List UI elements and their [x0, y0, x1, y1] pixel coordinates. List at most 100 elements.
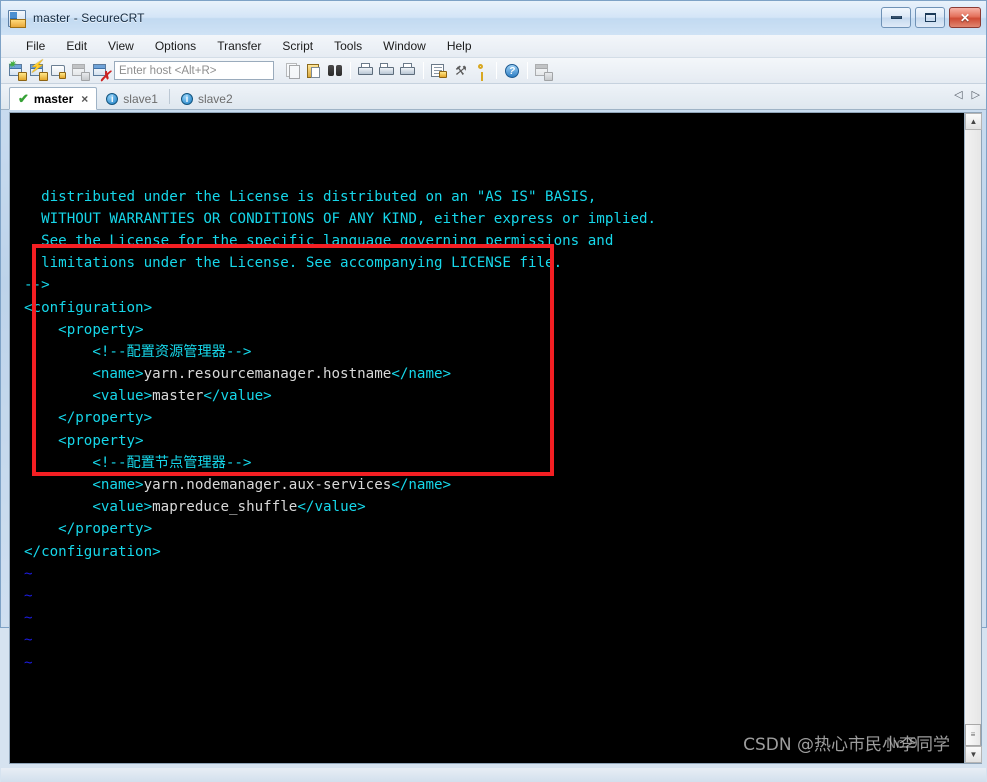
- terminal-text: limitations under the License. See accom…: [41, 255, 563, 272]
- host-input-placeholder: Enter host <Alt+R>: [119, 64, 217, 77]
- toolbar: ✷ ⚡ ✗ Enter host <Alt+R> ⚒ ?: [1, 58, 986, 84]
- disconnect-icon[interactable]: ✗: [91, 61, 111, 83]
- terminal-text: master: [152, 388, 204, 405]
- window-controls: ✕: [881, 7, 981, 28]
- terminal-text: WITHOUT WARRANTIES OR CONDITIONS OF ANY …: [41, 210, 657, 227]
- terminal-line: </configuration>: [24, 541, 964, 563]
- tab-next-icon[interactable]: ▷: [972, 88, 980, 101]
- menu-script[interactable]: Script: [273, 37, 322, 55]
- scroll-down-button[interactable]: ▼: [965, 745, 982, 763]
- terminal-line: <name>yarn.nodemanager.aux-services</nam…: [24, 474, 964, 496]
- terminal-line: <value>master</value>: [24, 385, 964, 407]
- close-icon: ✕: [959, 10, 971, 25]
- session-options-icon[interactable]: [429, 61, 449, 81]
- terminal-text: </name>: [391, 477, 452, 494]
- host-input[interactable]: Enter host <Alt+R>: [114, 61, 274, 80]
- scrollbar-thumb-grip-icon: ≡: [970, 730, 976, 740]
- terminal-text: distributed under the License is distrib…: [41, 188, 597, 205]
- print-icon[interactable]: [398, 61, 418, 81]
- maximize-icon: [916, 8, 944, 27]
- paste-icon[interactable]: [304, 61, 324, 81]
- log-session-icon[interactable]: [377, 61, 397, 81]
- terminal-text: <value>: [92, 499, 153, 516]
- terminal-text: <!--配置节点管理器-->: [92, 454, 252, 471]
- session-settings-icon[interactable]: ⚒: [450, 61, 470, 81]
- menu-view[interactable]: View: [99, 37, 143, 55]
- terminal-text: <property>: [58, 432, 144, 449]
- tab-slave2[interactable]: i slave2: [172, 87, 242, 110]
- menu-help[interactable]: Help: [438, 37, 481, 55]
- maximize-button[interactable]: [915, 7, 945, 28]
- terminal-text: yarn.nodemanager.aux-services: [143, 477, 392, 494]
- terminal-text: <!--配置资源管理器-->: [92, 343, 252, 360]
- menu-options[interactable]: Options: [146, 37, 205, 55]
- minimize-button[interactable]: [881, 7, 911, 28]
- terminal-text: <name>: [92, 477, 144, 494]
- terminal-line: <!--配置节点管理器-->: [24, 452, 964, 474]
- find-icon[interactable]: [325, 61, 345, 81]
- scroll-up-button[interactable]: ▲: [965, 113, 982, 130]
- terminal-line: ~: [24, 563, 964, 585]
- connect-in-tab-icon[interactable]: [49, 61, 69, 81]
- menu-transfer[interactable]: Transfer: [208, 37, 270, 55]
- terminal-line: ~: [24, 629, 964, 651]
- menu-window[interactable]: Window: [374, 37, 435, 55]
- terminal-line: -->: [24, 274, 964, 296]
- terminal-text: </value>: [203, 388, 272, 405]
- menu-edit[interactable]: Edit: [57, 37, 96, 55]
- minimize-icon: [882, 8, 910, 27]
- reconnect-icon[interactable]: [70, 61, 90, 81]
- terminal-text: See the License for the specific languag…: [41, 232, 614, 249]
- terminal-text: </property>: [58, 521, 153, 538]
- tab-slave1-label: slave1: [123, 91, 158, 106]
- quick-connect-icon[interactable]: ⚡: [28, 60, 48, 81]
- terminal-output[interactable]: distributed under the License is distrib…: [10, 113, 964, 763]
- toolbar-separator-2: [423, 62, 424, 79]
- tab-divider: [168, 89, 170, 104]
- title-bar: master - SecureCRT ✕: [1, 1, 986, 35]
- help-icon[interactable]: ?: [502, 61, 522, 81]
- tab-close-icon[interactable]: ×: [81, 92, 88, 106]
- scroll-down-icon: ▼: [969, 749, 978, 759]
- terminal-text: mapreduce_shuffle: [152, 499, 298, 516]
- terminal-text: </value>: [297, 499, 366, 516]
- key-icon[interactable]: [471, 61, 491, 81]
- terminal-line: <configuration>: [24, 297, 964, 319]
- tab-master[interactable]: ✔ master ×: [9, 87, 98, 110]
- close-button[interactable]: ✕: [949, 7, 981, 28]
- scrollbar-thumb[interactable]: ≡: [965, 723, 981, 746]
- tab-slave1[interactable]: i slave1: [97, 87, 167, 110]
- terminal-text: ~: [24, 654, 33, 671]
- tab-slave2-label: slave2: [197, 91, 233, 106]
- terminal-line: WITHOUT WARRANTIES OR CONDITIONS OF ANY …: [24, 208, 964, 230]
- arrange-windows-icon[interactable]: [533, 61, 553, 81]
- watermark-text: CSDN @热心市民小李同学: [743, 735, 950, 756]
- terminal-line: ~: [24, 585, 964, 607]
- terminal-line: See the License for the specific languag…: [24, 230, 964, 252]
- terminal-line: <name>yarn.resourcemanager.hostname</nam…: [24, 363, 964, 385]
- menu-bar: File Edit View Options Transfer Script T…: [1, 35, 986, 58]
- info-icon: i: [106, 92, 119, 105]
- terminal-text: </property>: [58, 410, 153, 427]
- print-screen-icon[interactable]: [356, 61, 376, 81]
- terminal-line: <property>: [24, 319, 964, 341]
- terminal-text: -->: [24, 277, 50, 294]
- terminal-panel: distributed under the License is distrib…: [9, 112, 982, 764]
- tab-bar: ✔ master × i slave1 i slave2 ◁ ▷: [1, 84, 986, 110]
- terminal-line: </property>: [24, 518, 964, 540]
- copy-icon[interactable]: [283, 61, 303, 81]
- new-session-icon[interactable]: ✷: [7, 59, 27, 81]
- terminal-line: limitations under the License. See accom…: [24, 252, 964, 274]
- toolbar-separator-4: [527, 62, 528, 79]
- terminal-line: <property>: [24, 430, 964, 452]
- scroll-up-icon: ▲: [969, 117, 978, 126]
- menu-file[interactable]: File: [17, 37, 54, 55]
- menu-tools[interactable]: Tools: [325, 37, 371, 55]
- vertical-scrollbar[interactable]: ▲ ≡ ▼: [964, 113, 982, 763]
- terminal-text: ~: [24, 565, 33, 582]
- status-bar: [1, 767, 986, 782]
- securecrt-window: master - SecureCRT ✕ File Edit View Opti…: [0, 0, 987, 782]
- terminal-line: ~: [24, 607, 964, 629]
- tab-prev-icon[interactable]: ◁: [954, 88, 962, 101]
- connected-check-icon: ✔: [18, 90, 29, 106]
